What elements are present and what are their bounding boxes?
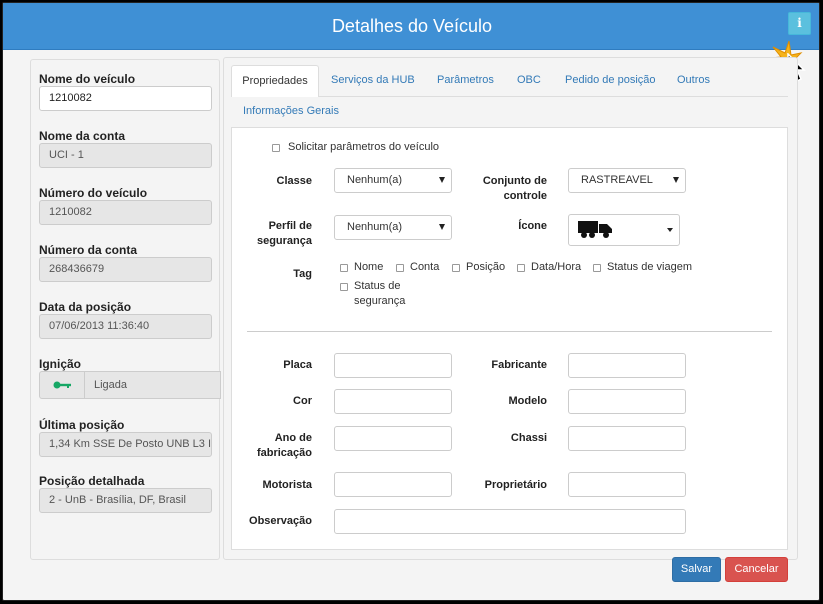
position-date-field: 07/06/2013 11:36:40 bbox=[39, 314, 212, 339]
section-divider bbox=[247, 331, 772, 332]
tag-account-checkbox[interactable] bbox=[396, 264, 404, 272]
chevron-down-icon bbox=[439, 177, 445, 183]
tag-security-status-checkbox[interactable] bbox=[340, 283, 348, 291]
account-number-field: 268436679 bbox=[39, 257, 212, 282]
color-input[interactable] bbox=[334, 389, 452, 414]
account-number-label: Número da conta bbox=[39, 243, 138, 257]
manufacturer-input[interactable] bbox=[568, 353, 686, 378]
tab-parametros[interactable]: Parâmetros bbox=[437, 74, 494, 86]
notes-input[interactable] bbox=[334, 509, 686, 534]
security-profile-label-line1: Perfil de bbox=[268, 220, 312, 232]
security-profile-select-value: Nenhum(a) bbox=[347, 221, 403, 233]
tag-position-label: Posição bbox=[466, 261, 506, 273]
tab-obc[interactable]: OBC bbox=[517, 74, 541, 86]
owner-label: Proprietário bbox=[484, 479, 547, 491]
ignition-field: Ligada bbox=[39, 371, 221, 399]
chevron-down-icon bbox=[439, 224, 445, 230]
notes-label: Observação bbox=[249, 515, 312, 527]
ignition-label: Ignição bbox=[39, 357, 82, 371]
tag-trip-status-label: Status de viagem bbox=[607, 261, 692, 273]
driver-input[interactable] bbox=[334, 472, 452, 497]
detailed-position-label: Posição detalhada bbox=[39, 474, 145, 488]
control-set-select[interactable]: RASTREAVEL bbox=[568, 168, 686, 193]
tab-propriedades[interactable]: Propriedades bbox=[231, 65, 319, 97]
icon-label: Ícone bbox=[518, 220, 547, 232]
class-select[interactable]: Nenhum(a) bbox=[334, 168, 452, 193]
tag-account-label: Conta bbox=[410, 261, 440, 273]
account-name-label: Nome da conta bbox=[39, 129, 126, 143]
control-set-label-line2: controle bbox=[503, 190, 547, 202]
class-select-value: Nenhum(a) bbox=[347, 174, 403, 186]
info-icon: i bbox=[797, 16, 802, 30]
save-button[interactable]: Salvar bbox=[672, 557, 721, 582]
tag-datetime-label: Data/Hora bbox=[531, 261, 582, 273]
vehicle-summary-panel: Nome do veículo 1210082 Nome da conta UC… bbox=[30, 59, 221, 560]
window-title: Detalhes do Veículo bbox=[331, 16, 493, 36]
tab-informacoes-gerais[interactable]: Informações Gerais bbox=[243, 105, 339, 117]
chevron-down-icon bbox=[667, 228, 673, 232]
tag-position-checkbox[interactable] bbox=[452, 264, 460, 272]
truck-icon bbox=[578, 221, 612, 238]
vehicle-properties-panel: Propriedades Serviços da HUB Parâmetros … bbox=[223, 57, 798, 560]
year-label-line1: Ano de bbox=[274, 432, 312, 444]
year-input[interactable] bbox=[334, 426, 452, 451]
vehicle-number-field: 1210082 bbox=[39, 200, 212, 225]
plate-label: Placa bbox=[283, 359, 312, 371]
account-name-field: UCI - 1 bbox=[39, 143, 212, 168]
owner-input[interactable] bbox=[568, 472, 686, 497]
chassis-input[interactable] bbox=[568, 426, 686, 451]
control-set-select-value: RASTREAVEL bbox=[581, 174, 653, 186]
tag-trip-status-checkbox[interactable] bbox=[593, 264, 601, 272]
last-position-label: Última posição bbox=[39, 418, 125, 432]
icon-select[interactable] bbox=[568, 214, 680, 246]
year-label-line2: fabricação bbox=[256, 447, 312, 459]
vehicle-name-label: Nome do veículo bbox=[39, 72, 136, 86]
chassis-label: Chassi bbox=[510, 432, 547, 444]
request-params-label: Solicitar parâmetros do veículo bbox=[288, 141, 440, 153]
manufacturer-label: Fabricante bbox=[491, 359, 547, 371]
class-label: Classe bbox=[276, 175, 312, 187]
chevron-down-icon bbox=[673, 177, 679, 183]
title-bar: Detalhes do Veículo i bbox=[3, 3, 819, 50]
model-input[interactable] bbox=[568, 389, 686, 414]
model-label: Modelo bbox=[508, 395, 548, 407]
key-icon bbox=[53, 381, 71, 389]
detailed-position-field: 2 - UnB - Brasília, DF, Brasil bbox=[39, 488, 212, 513]
last-position-field: 1,34 Km SSE De Posto UNB L3 I bbox=[39, 432, 212, 457]
tag-security-status-label-line1: Status de bbox=[354, 280, 401, 292]
ignition-value: Ligada bbox=[94, 379, 128, 391]
request-params-checkbox[interactable] bbox=[272, 144, 280, 152]
tab-servicos-hub[interactable]: Serviços da HUB bbox=[331, 74, 415, 86]
driver-label: Motorista bbox=[262, 479, 313, 491]
security-profile-label-line2: segurança bbox=[256, 235, 312, 247]
plate-input[interactable] bbox=[334, 353, 452, 378]
tag-name-label: Nome bbox=[354, 261, 384, 273]
tag-label: Tag bbox=[293, 268, 312, 280]
color-label: Cor bbox=[293, 395, 312, 407]
cancel-button[interactable]: Cancelar bbox=[725, 557, 788, 582]
control-set-label-line1: Conjunto de bbox=[482, 175, 547, 187]
tag-name-checkbox[interactable] bbox=[340, 264, 348, 272]
tag-security-status-label-line2: segurança bbox=[354, 295, 406, 307]
vehicle-name-input[interactable]: 1210082 bbox=[39, 86, 212, 111]
tab-outros[interactable]: Outros bbox=[677, 74, 710, 86]
position-date-label: Data da posição bbox=[39, 300, 132, 314]
security-profile-select[interactable]: Nenhum(a) bbox=[334, 215, 452, 240]
info-button[interactable]: i bbox=[788, 12, 811, 35]
tag-datetime-checkbox[interactable] bbox=[517, 264, 525, 272]
vehicle-number-label: Número do veículo bbox=[39, 186, 148, 200]
properties-tab-content: Solicitar parâmetros do veículo Classe N… bbox=[231, 127, 788, 550]
tab-pedido-posicao[interactable]: Pedido de posição bbox=[565, 74, 656, 86]
vehicle-details-window: Detalhes do Veículo i Nome do veículo 12… bbox=[2, 2, 820, 601]
